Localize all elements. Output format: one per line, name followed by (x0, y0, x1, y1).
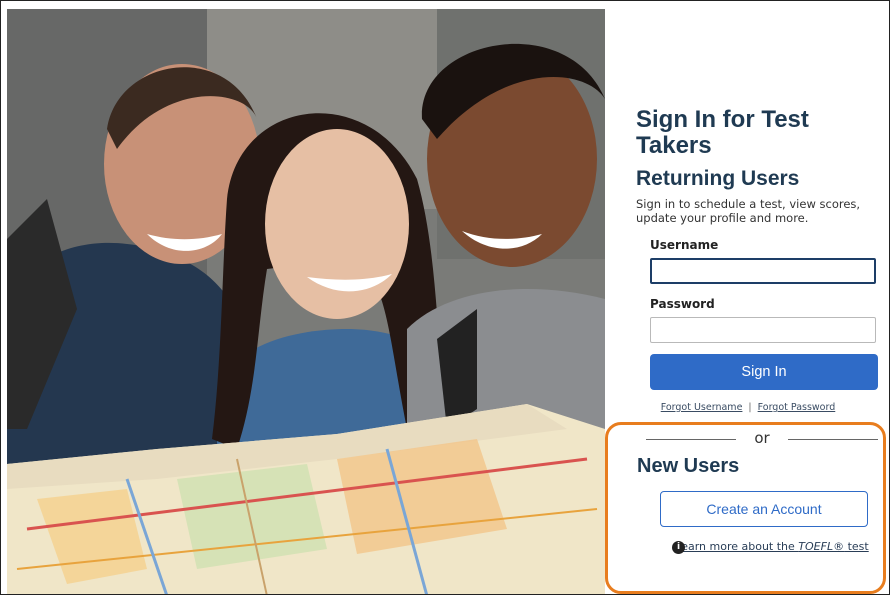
returning-users-heading: Returning Users (636, 167, 800, 190)
forgot-links: Forgot Username | Forgot Password (605, 402, 889, 413)
info-circle-icon: i (672, 541, 685, 554)
signin-intro: Sign in to schedule a test, view scores,… (636, 197, 861, 225)
forgot-username-link[interactable]: Forgot Username (661, 402, 743, 413)
page-frame: Sign In for Test Takers Returning Users … (0, 0, 890, 595)
hero-photo (7, 9, 605, 594)
signin-title: Sign In for Test Takers (636, 106, 809, 159)
learn-more-link[interactable]: Learn more about the TOEFL® test (675, 540, 868, 553)
new-users-heading: New Users (637, 455, 740, 477)
password-label: Password (650, 297, 715, 311)
or-text: or (754, 429, 770, 447)
sign-in-button[interactable]: Sign In (650, 354, 878, 390)
learn-suffix: test (844, 540, 869, 553)
or-divider: or (646, 429, 878, 449)
create-account-button[interactable]: Create an Account (660, 491, 868, 527)
username-input[interactable] (650, 258, 876, 284)
or-line-right (788, 439, 878, 440)
link-separator: | (748, 402, 752, 413)
username-label: Username (650, 238, 719, 252)
hero-illustration (7, 9, 605, 594)
learn-prefix: Learn more about the (675, 540, 799, 553)
learn-more: i Learn more about the TOEFL® test (672, 539, 872, 554)
signin-panel: Sign In for Test Takers Returning Users … (605, 9, 889, 594)
forgot-password-link[interactable]: Forgot Password (758, 402, 836, 413)
learn-emphasis: TOEFL® (798, 540, 845, 553)
password-input[interactable] (650, 317, 876, 343)
new-users-box: or New Users Create an Account i Learn m… (605, 422, 886, 594)
